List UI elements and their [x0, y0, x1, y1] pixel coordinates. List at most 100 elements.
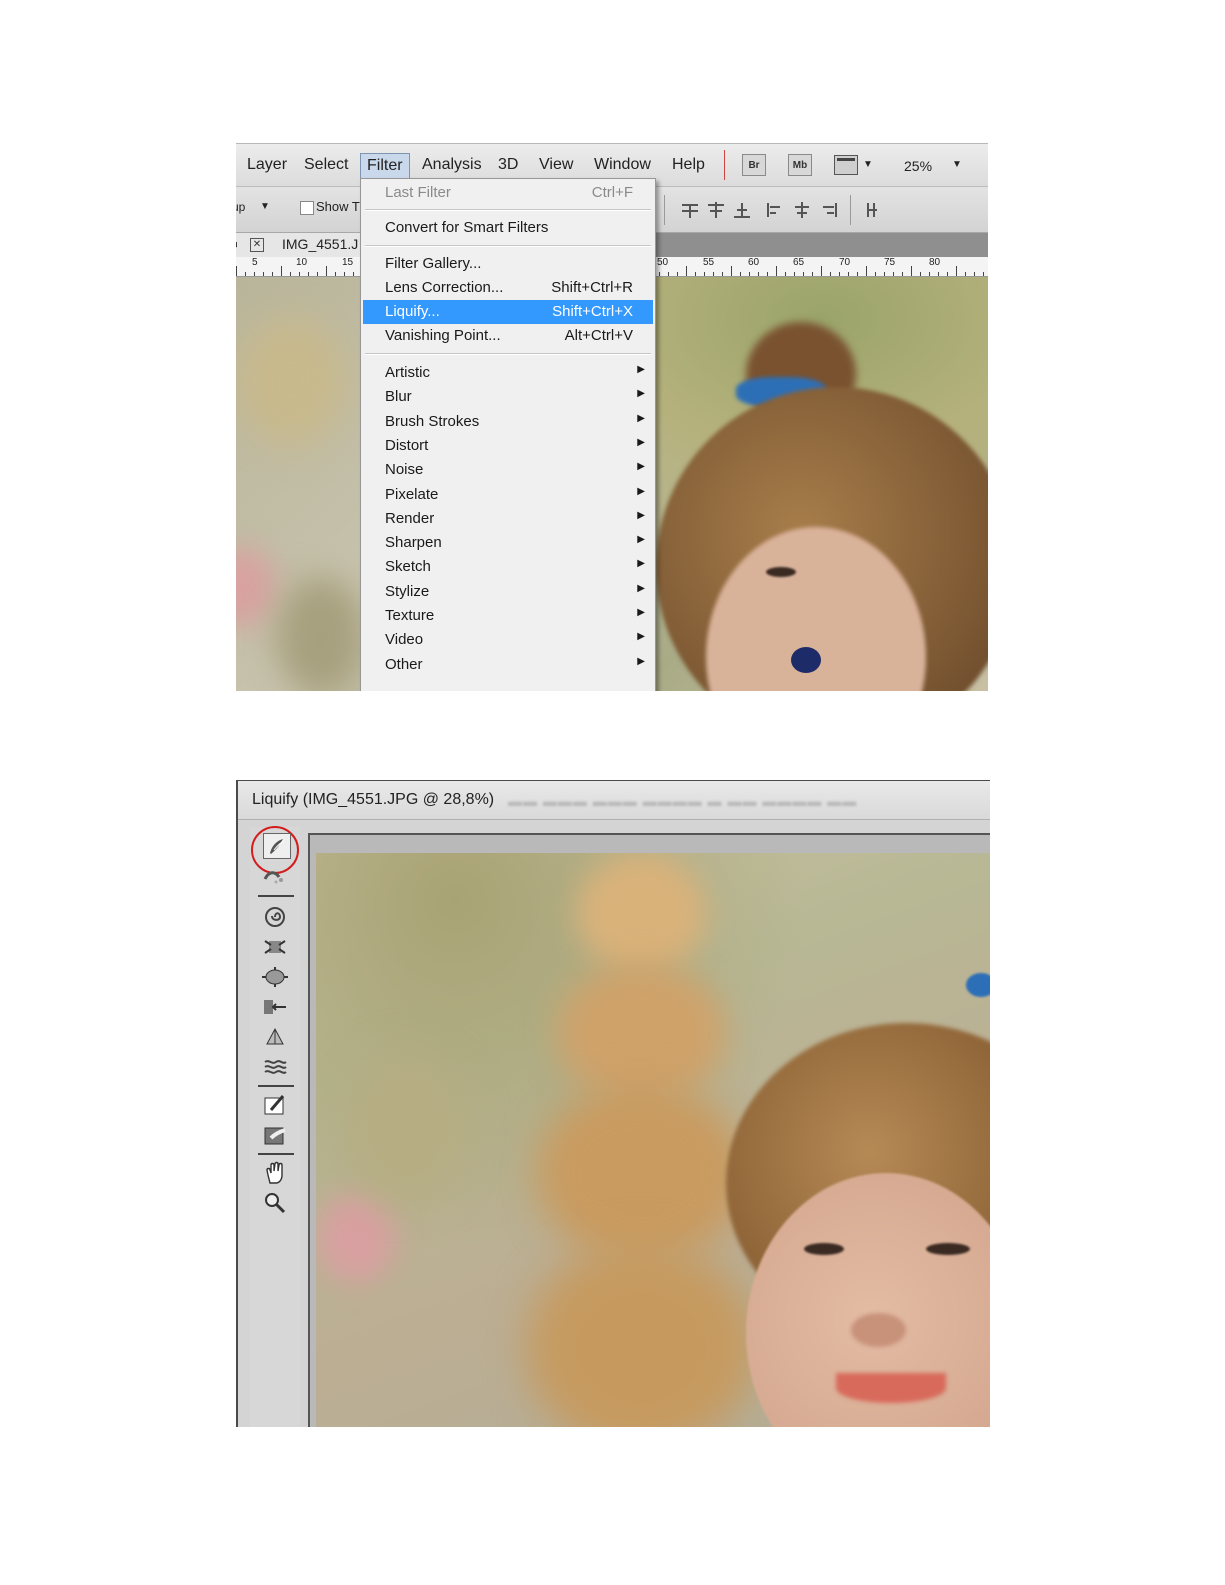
pucker-icon[interactable]	[260, 933, 290, 961]
forward-warp-icon[interactable]	[263, 833, 291, 859]
eye	[766, 567, 796, 577]
push-left-icon[interactable]	[260, 993, 290, 1021]
turbulence-icon[interactable]	[260, 1053, 290, 1081]
ruler-tick	[920, 272, 921, 276]
auto-select-dropdown[interactable]: up ▼	[236, 200, 278, 220]
show-transform-checkbox[interactable]	[300, 201, 314, 215]
menu-analysis[interactable]: Analysis	[422, 156, 482, 174]
align-bottom-icon[interactable]	[732, 201, 752, 219]
blurred-background-menubar: ▬▬ ▬▬▬ ▬▬▬ ▬▬▬▬ ▬ ▬▬ ▬▬▬▬ ▬▬	[508, 793, 858, 809]
menu-item-render[interactable]: Render ▶	[363, 507, 653, 531]
submenu-arrow-icon: ▶	[637, 485, 645, 497]
item-label: Texture	[385, 607, 435, 624]
menu-item-convert-smart-filters[interactable]: Convert for Smart Filters	[363, 216, 653, 240]
menu-item-brush-strokes[interactable]: Brush Strokes ▶	[363, 410, 653, 434]
align-vcenter-icon[interactable]	[706, 201, 726, 219]
mini-bridge-button[interactable]: Mb	[788, 154, 812, 176]
ruler-tick	[785, 272, 786, 276]
align-hcenter-icon[interactable]	[792, 201, 812, 219]
ruler-number: 60	[748, 257, 760, 268]
ruler-tick	[965, 272, 966, 276]
ruler-number: 50	[657, 257, 669, 268]
menu-item-vanishing-point[interactable]: Vanishing Point... Alt+Ctrl+V	[363, 324, 653, 348]
ruler-tick	[884, 272, 885, 276]
reconstruct-icon[interactable]	[260, 863, 290, 891]
menu-item-liquify[interactable]: Liquify... Shift+Ctrl+X	[363, 300, 653, 324]
align-right-icon[interactable]	[818, 201, 838, 219]
menu-item-stylize[interactable]: Stylize ▶	[363, 580, 653, 604]
thaw-mask-icon[interactable]	[260, 1121, 290, 1149]
menu-3d[interactable]: 3D	[498, 156, 518, 174]
submenu-arrow-icon: ▶	[637, 607, 645, 618]
menu-item-distort[interactable]: Distort ▶	[363, 434, 653, 458]
item-label: Vanishing Point...	[385, 327, 501, 344]
bridge-button[interactable]: Br	[742, 154, 766, 176]
liquify-preview-image[interactable]	[316, 853, 990, 1427]
ruler-number: 70	[839, 257, 851, 268]
photoshop-window-screenshot: Layer Select Filter Analysis 3D View Win…	[236, 143, 988, 691]
submenu-arrow-icon: ▶	[637, 412, 645, 424]
align-left-icon[interactable]	[766, 201, 786, 219]
menu-item-filter-gallery[interactable]: Filter Gallery...	[363, 252, 653, 276]
ruler-tick	[344, 272, 345, 276]
submenu-arrow-icon: ▶	[637, 655, 645, 667]
zoom-icon[interactable]	[260, 1189, 290, 1217]
ruler-tick	[326, 266, 327, 276]
menu-select[interactable]: Select	[304, 156, 348, 174]
distribute-icon[interactable]	[864, 201, 884, 219]
submenu-arrow-icon: ▶	[637, 509, 645, 521]
twirl-clockwise-icon[interactable]	[260, 903, 290, 931]
item-label: Last Filter	[385, 184, 451, 201]
menu-item-other[interactable]: Other ▶	[363, 653, 653, 677]
menu-item-sketch[interactable]: Sketch ▶	[363, 555, 653, 579]
ruler-tick	[353, 272, 354, 276]
menu-view[interactable]: View	[539, 156, 573, 174]
item-label: Brush Strokes	[385, 412, 480, 430]
bloat-icon[interactable]	[260, 963, 290, 991]
liquify-dialog-screenshot: Liquify (IMG_4551.JPG @ 28,8%) ▬▬ ▬▬▬ ▬▬…	[236, 780, 990, 1427]
menu-item-pixelate[interactable]: Pixelate ▶	[363, 483, 653, 507]
chevron-down-icon[interactable]: ▼	[863, 159, 873, 170]
blurred-finial	[536, 1083, 746, 1263]
ruler-tick	[767, 272, 768, 276]
divider	[850, 195, 851, 225]
screen-mode-icon[interactable]	[834, 155, 858, 175]
mirror-icon[interactable]	[260, 1023, 290, 1051]
menu-help[interactable]: Help	[672, 156, 705, 174]
submenu-arrow-icon: ▶	[637, 388, 645, 400]
chevron-down-icon[interactable]: ▼	[952, 159, 962, 170]
zoom-level[interactable]: 25%	[904, 158, 932, 174]
menu-item-blur[interactable]: Blur ▶	[363, 385, 653, 409]
ruler-tick	[776, 266, 777, 276]
close-icon[interactable]: ✕	[250, 238, 264, 252]
freeze-mask-icon[interactable]	[260, 1091, 290, 1119]
menu-item-sharpen[interactable]: Sharpen ▶	[363, 531, 653, 555]
ruler-tick	[731, 266, 732, 276]
menu-filter[interactable]: Filter	[360, 153, 410, 179]
menu-layer[interactable]: Layer	[247, 156, 287, 174]
menu-item-noise[interactable]: Noise ▶	[363, 458, 653, 482]
liquify-preview-area[interactable]	[308, 833, 990, 1427]
menu-separator	[365, 209, 651, 211]
item-label: Sharpen	[385, 534, 442, 552]
submenu-arrow-icon: ▶	[637, 558, 645, 570]
hand-icon[interactable]	[260, 1159, 290, 1187]
align-top-icon[interactable]	[680, 201, 700, 219]
ruler-number: 5	[252, 257, 258, 268]
ruler-tick	[956, 266, 957, 276]
menu-item-video[interactable]: Video ▶	[363, 628, 653, 652]
ruler-tick	[686, 266, 687, 276]
menu-item-last-filter[interactable]: Last Filter Ctrl+F	[363, 181, 653, 205]
item-label: Sketch	[385, 558, 431, 576]
menu-item-artistic[interactable]: Artistic ▶	[363, 361, 653, 385]
blurred-background	[346, 1053, 466, 1203]
menu-item-lens-correction[interactable]: Lens Correction... Shift+Ctrl+R	[363, 276, 653, 300]
ruler-tick	[236, 266, 237, 276]
menu-item-texture[interactable]: Texture ▶	[363, 604, 653, 628]
ruler-tick	[803, 272, 804, 276]
toolbox-divider	[258, 1153, 294, 1155]
menu-window[interactable]: Window	[594, 156, 651, 174]
ruler-tick	[821, 266, 822, 276]
item-shortcut: Ctrl+F	[591, 184, 633, 201]
item-label: Other	[385, 655, 423, 673]
